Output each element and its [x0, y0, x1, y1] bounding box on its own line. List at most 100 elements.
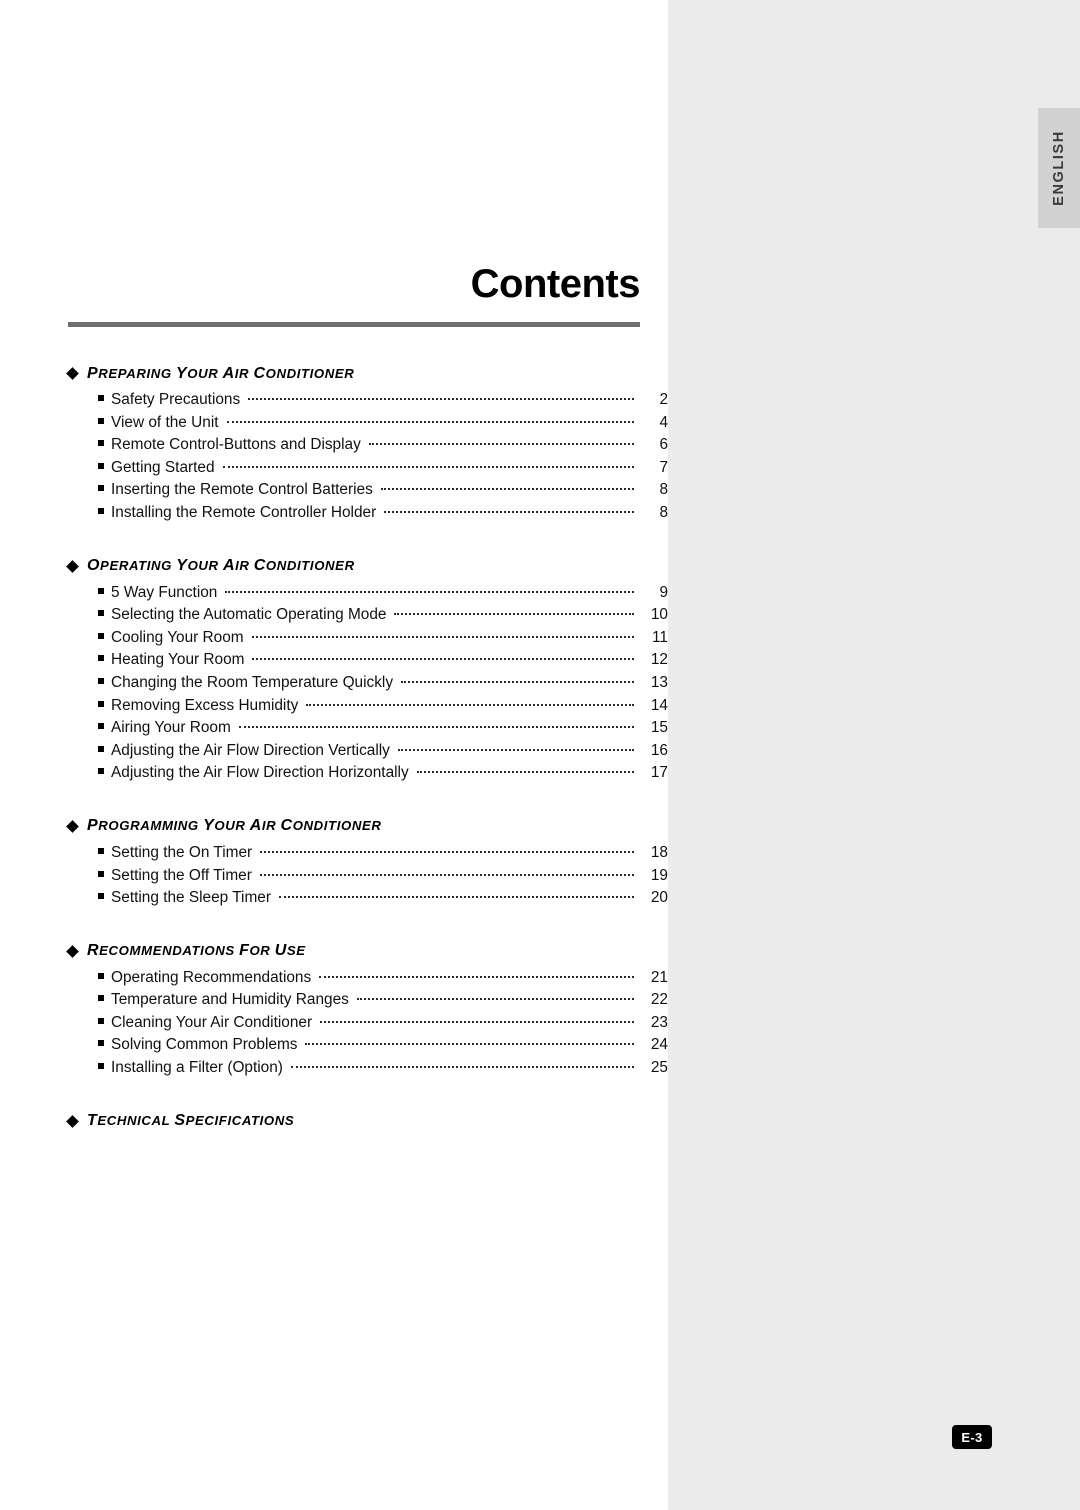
- toc-entry-label: Getting Started: [111, 458, 215, 476]
- toc-entry-label: Cooling Your Room: [111, 628, 244, 646]
- toc-entry-page: 16: [650, 741, 668, 759]
- toc-section-recommendations: RECOMMENDATIONS FOR USE Operating Recomme…: [66, 940, 668, 1082]
- toc-entry-label: Installing the Remote Controller Holder: [111, 503, 377, 521]
- square-bullet-icon: [98, 1040, 104, 1047]
- square-bullet-icon: [98, 395, 104, 401]
- square-bullet-icon: [98, 700, 104, 707]
- toc-entry[interactable]: Getting Started 7: [68, 459, 668, 482]
- toc-section-preparing: PREPARING YOUR AIR CONDITIONER Safety Pre…: [66, 362, 668, 527]
- toc-entry-page: 14: [650, 696, 668, 714]
- toc-entry-label: Heating Your Room: [111, 651, 245, 669]
- toc-leader-dots: [238, 726, 634, 729]
- toc-entry[interactable]: Cleaning Your Air Conditioner 23: [68, 1014, 668, 1037]
- toc-section-title: PREPARING YOUR AIR CONDITIONER: [87, 364, 355, 382]
- toc-entry[interactable]: Safety Precautions 2: [68, 391, 668, 414]
- diamond-bullet-icon: [66, 1114, 79, 1128]
- toc-entry-page: 8: [659, 503, 668, 521]
- page-number-badge: E-3: [952, 1425, 992, 1449]
- toc-entry-label: Removing Excess Humidity: [111, 696, 299, 714]
- toc-entry[interactable]: Adjusting the Air Flow Direction Horizon…: [68, 764, 668, 787]
- toc-entry-label: Setting the Off Timer: [111, 866, 252, 884]
- toc-leader-dots: [278, 896, 634, 899]
- toc-entry-label: Remote Control-Buttons and Display: [111, 436, 361, 454]
- toc-entry-page: 7: [659, 458, 668, 476]
- toc-entry[interactable]: 5 Way Function 9: [68, 584, 668, 607]
- square-bullet-icon: [98, 723, 104, 730]
- toc-entry-page: 11: [652, 628, 668, 646]
- square-bullet-icon: [98, 768, 104, 775]
- toc-entry-page: 22: [650, 991, 668, 1009]
- toc-leader-dots: [319, 975, 634, 978]
- toc-section-header: PREPARING YOUR AIR CONDITIONER: [66, 362, 668, 385]
- toc-entry[interactable]: Heating Your Room 12: [68, 651, 668, 674]
- diamond-bullet-icon: [66, 944, 79, 958]
- toc-leader-dots: [290, 1066, 634, 1069]
- toc-entry-label: Changing the Room Temperature Quickly: [111, 673, 394, 691]
- toc-entry-page: 24: [650, 1036, 668, 1054]
- title-divider: [68, 322, 640, 327]
- diamond-bullet-icon: [66, 559, 79, 573]
- toc-entry-page: 15: [650, 719, 668, 737]
- toc-entry-label: Installing a Filter (Option): [111, 1059, 283, 1077]
- table-of-contents: PREPARING YOUR AIR CONDITIONER Safety Pre…: [66, 362, 668, 1139]
- toc-section-header: OPERATING YOUR AIR CONDITIONER: [66, 555, 668, 578]
- toc-entry[interactable]: Installing the Remote Controller Holder 8: [68, 504, 668, 527]
- toc-entry-label: Solving Common Problems: [111, 1036, 298, 1054]
- toc-entry[interactable]: Setting the On Timer 18: [68, 844, 668, 867]
- toc-entry-label: Adjusting the Air Flow Direction Vertica…: [111, 741, 390, 759]
- diamond-bullet-icon: [66, 367, 79, 380]
- toc-entry-page: 18: [650, 843, 668, 861]
- toc-entry[interactable]: Setting the Sleep Timer 20: [68, 889, 668, 912]
- toc-leader-dots: [305, 1043, 634, 1046]
- toc-leader-dots: [384, 510, 634, 513]
- toc-entry-page: 17: [650, 764, 668, 782]
- right-margin-panel: [668, 0, 1080, 1510]
- toc-entry-page: 9: [659, 583, 668, 601]
- toc-entry-page: 19: [650, 866, 668, 884]
- toc-entry-label: Inserting the Remote Control Batteries: [111, 481, 373, 499]
- toc-section-title: TECHNICAL SPECIFICATIONS: [87, 1112, 295, 1130]
- toc-entry-label: 5 Way Function: [111, 583, 218, 601]
- toc-leader-dots: [397, 748, 634, 751]
- toc-entry[interactable]: Changing the Room Temperature Quickly 13: [68, 674, 668, 697]
- toc-entry[interactable]: Remote Control-Buttons and Display 6: [68, 436, 668, 459]
- toc-entry[interactable]: Adjusting the Air Flow Direction Vertica…: [68, 742, 668, 765]
- toc-leader-dots: [260, 850, 634, 853]
- square-bullet-icon: [98, 870, 104, 877]
- toc-leader-dots: [226, 420, 634, 423]
- toc-leader-dots: [320, 1020, 634, 1023]
- square-bullet-icon: [98, 745, 104, 752]
- square-bullet-icon: [98, 677, 104, 684]
- toc-section-title: PROGRAMMING YOUR AIR CONDITIONER: [87, 817, 382, 835]
- square-bullet-icon: [98, 972, 104, 979]
- toc-entry-page: 13: [650, 673, 668, 691]
- toc-entry-page: 21: [650, 968, 668, 986]
- toc-entry[interactable]: Installing a Filter (Option) 25: [68, 1059, 668, 1082]
- toc-entry[interactable]: Operating Recommendations 21: [68, 969, 668, 992]
- toc-section-title: OPERATING YOUR AIR CONDITIONER: [87, 557, 355, 575]
- toc-entry[interactable]: Setting the Off Timer 19: [68, 867, 668, 890]
- toc-entry[interactable]: Airing Your Room 15: [68, 719, 668, 742]
- toc-entry[interactable]: View of the Unit 4: [68, 414, 668, 437]
- toc-entry[interactable]: Cooling Your Room 11: [68, 629, 668, 652]
- toc-entry[interactable]: Removing Excess Humidity 14: [68, 697, 668, 720]
- square-bullet-icon: [98, 440, 104, 447]
- toc-entry[interactable]: Temperature and Humidity Ranges 22: [68, 991, 668, 1014]
- toc-entry-label: Safety Precautions: [111, 391, 241, 408]
- toc-entry[interactable]: Inserting the Remote Control Batteries 8: [68, 481, 668, 504]
- toc-leader-dots: [306, 703, 634, 706]
- toc-entry-page: 23: [650, 1013, 668, 1031]
- toc-leader-dots: [259, 873, 634, 876]
- toc-leader-dots: [401, 680, 634, 683]
- toc-entry-label: Cleaning Your Air Conditioner: [111, 1013, 313, 1031]
- toc-entry[interactable]: Solving Common Problems 24: [68, 1036, 668, 1059]
- toc-entry[interactable]: Selecting the Automatic Operating Mode 10: [68, 606, 668, 629]
- toc-section-technical: TECHNICAL SPECIFICATIONS: [66, 1110, 668, 1133]
- toc-entry-label: Operating Recommendations: [111, 968, 312, 986]
- toc-entry-page: 20: [650, 889, 668, 907]
- square-bullet-icon: [98, 847, 104, 854]
